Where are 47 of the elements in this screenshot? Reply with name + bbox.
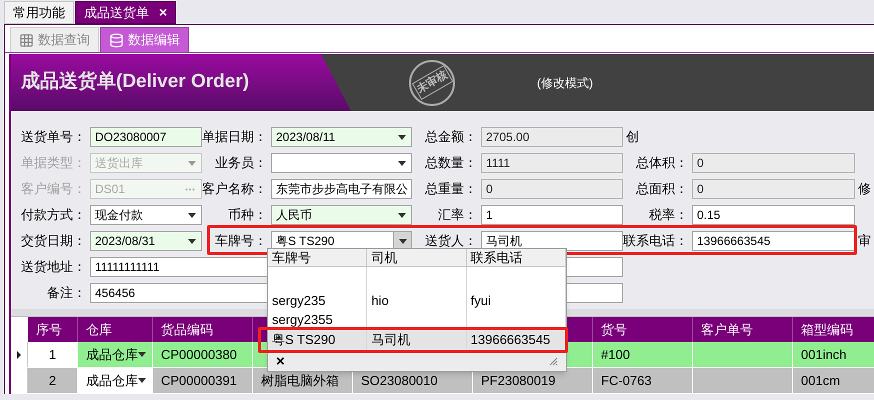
status-stamp: 未审核: [409, 60, 455, 106]
field-label: 车牌号：: [215, 232, 267, 250]
field-label: 送货人：: [425, 232, 477, 250]
field-label: 汇率：: [438, 206, 477, 224]
table-cell-text: 2: [48, 372, 56, 390]
field-label: 交货日期：: [21, 232, 86, 250]
field-label: 币种：: [228, 206, 267, 224]
table-cell-text: 001cm: [801, 372, 840, 390]
field-label: 单据日期：: [202, 128, 267, 146]
field-label: 业务员：: [215, 154, 267, 172]
popup-cell-text: 13966663545: [470, 331, 550, 350]
field-label: 总面积：: [636, 180, 688, 198]
table-cell-text: PF23080019: [481, 372, 556, 390]
table-cell-text: 成品仓库: [86, 346, 138, 364]
field-label: 创: [626, 129, 639, 144]
field-label: 总体积：: [636, 154, 688, 172]
table-cell-text: CP00000380: [161, 346, 237, 364]
popup-cell-text: fyui: [470, 292, 491, 310]
field-label: 税率：: [649, 206, 688, 224]
field-label: 送货单号：: [21, 128, 86, 146]
popup-cell-text: 粤S TS290: [272, 331, 336, 350]
table-cell-text: FC-0763: [601, 372, 652, 390]
popup-cell-text: sergy235: [272, 292, 326, 310]
table-cell-text: 001inch: [801, 346, 847, 364]
field-label: 送货地址：: [21, 258, 86, 276]
field-label: 总数量：: [425, 154, 477, 172]
popup-cell-text: sergy2355: [272, 310, 333, 329]
field-label: 客户编号：: [21, 180, 86, 198]
field-label: 备注：: [47, 284, 86, 302]
field-label: 联系电话：: [623, 232, 688, 250]
field-label: 客户名称：: [202, 180, 267, 198]
field-label: 修: [858, 181, 871, 196]
table-cell-text: #100: [601, 346, 630, 364]
field-label: 审: [858, 233, 871, 248]
field-label: 单据类型：: [21, 154, 86, 172]
field-label: 总金额：: [425, 128, 477, 146]
table-cell-text: 1: [48, 346, 56, 364]
table-cell-text: CP00000391: [161, 372, 237, 390]
field-label: 总重量：: [425, 180, 477, 198]
table-cell-text: SO23080010: [361, 372, 438, 390]
mode-label: (修改模式): [537, 74, 593, 92]
popup-cell-text: hio: [371, 292, 389, 310]
table-cell-text: 成品仓库: [86, 372, 138, 390]
table-cell-text: 树脂电脑外箱: [261, 372, 339, 390]
title-banner: 成品送货单(Deliver Order): [11, 54, 351, 111]
popup-cell-text: 马司机: [371, 331, 410, 350]
field-label: 付款方式：: [21, 206, 86, 224]
